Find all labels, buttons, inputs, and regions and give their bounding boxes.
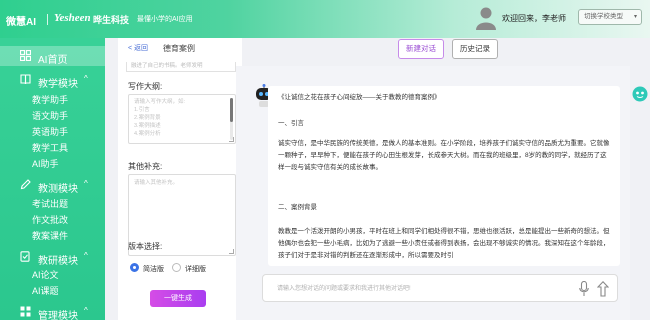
sidebar-section-label: 教测模块 (38, 184, 78, 195)
school-type-select[interactable]: 切换学校类型 ▾ (578, 9, 642, 25)
extra-placeholder: 请输入其他补充。 (134, 180, 179, 186)
version-label: 版本选择: (128, 242, 163, 251)
home-grid-icon (20, 50, 31, 61)
outline-placeholder-line: 2.案例背景 (134, 115, 161, 121)
outline-scrollbar-thumb[interactable] (230, 98, 233, 122)
outline-placeholder-line: 1.引言 (134, 107, 150, 113)
sidebar-item-ai-paper[interactable]: AI论文 (32, 268, 59, 281)
chevron-up-icon: ^ (84, 74, 88, 83)
extra-label: 其他补充: (128, 162, 163, 171)
previous-field-text[interactable]: 融进了自己的书稿。老师发明 (126, 62, 236, 72)
sidebar-item-ai-assistant[interactable]: AI助手 (32, 157, 59, 170)
message-heading: 一、引言 (278, 120, 304, 127)
sidebar-item-home[interactable]: AI首页 (0, 46, 105, 66)
form-panel: < 返回 融进了自己的书稿。老师发明 写作大纲: 请输入写作大纲，如: 1.引言… (118, 38, 242, 320)
microphone-icon[interactable] (579, 281, 589, 297)
floating-assistant-icon[interactable] (632, 86, 648, 102)
grid-icon (20, 306, 31, 317)
slogan: 最懂小学的AI应用 (137, 16, 193, 23)
message-heading: 二、案例背景 (278, 204, 317, 211)
sidebar-section-research[interactable]: 教研模块 ^ (0, 247, 105, 267)
send-icon[interactable] (597, 281, 609, 297)
assistant-message: 《让诚信之花在孩子心间绽放——关于教教的德育案例》 一、引言 诚实守信，是中华民… (268, 86, 620, 266)
sidebar-item-ai-topic[interactable]: AI课题 (32, 284, 59, 297)
welcome-text: 欢迎回来，李老师 (502, 14, 566, 23)
back-label: 返回 (134, 45, 149, 52)
brand-name[interactable]: 微慧AI (6, 13, 36, 28)
sidebar-item-exam-questions[interactable]: 考试出题 (32, 197, 68, 210)
outline-placeholder-line: 4.案例分析 (134, 131, 161, 137)
back-link[interactable]: < 返回 (128, 43, 148, 53)
version-radio-concise[interactable] (130, 263, 139, 272)
chat-input-bar (262, 274, 618, 302)
outline-placeholder-line: 请输入写作大纲，如: (134, 99, 186, 105)
doc-check-icon (20, 251, 30, 262)
new-chat-button[interactable]: 新建对话 (398, 39, 444, 59)
sidebar-item-teaching-assistant[interactable]: 教学助手 (32, 93, 68, 106)
history-button[interactable]: 历史记录 (452, 39, 498, 59)
chevron-down-icon: ▾ (633, 14, 637, 20)
sidebar-section-management[interactable]: 管理模块 ^ (0, 302, 105, 320)
pencil-icon (20, 179, 31, 190)
message-title: 《让诚信之花在孩子心间绽放——关于教教的德育案例》 (278, 94, 441, 101)
version-option-label: 详细版 (185, 266, 206, 273)
sidebar-section-label: 管理模块 (38, 311, 78, 320)
resize-handle-icon[interactable] (229, 249, 234, 254)
school-type-label: 切换学校类型 (584, 13, 623, 20)
sidebar: AI首页 教学模块 ^ 教学助手 语文助手 英语助手 教学工具 AI助手 教测模… (0, 38, 105, 320)
page-title: 德育案例 (163, 44, 195, 53)
company-logo: Yesheen (54, 12, 91, 24)
book-icon (20, 74, 31, 85)
sidebar-item-english-assistant[interactable]: 英语助手 (32, 125, 68, 138)
sidebar-item-teaching-tools[interactable]: 教学工具 (32, 141, 68, 154)
message-paragraph: 诚实守信，是中华民族的传统美德，是做人的基本准则。在小学阶段，培养孩子们诚实守信… (278, 140, 610, 171)
version-radio-detailed[interactable] (172, 263, 181, 272)
user-avatar-icon[interactable] (476, 6, 496, 30)
brand-divider (47, 14, 48, 25)
generate-button[interactable]: 一键生成 (150, 290, 206, 307)
outline-label: 写作大纲: (128, 82, 163, 91)
version-option-label: 简洁版 (143, 266, 164, 273)
top-header: 微慧AI Yesheen 晔生科技 最懂小学的AI应用 欢迎回来，李老师 切换学… (0, 0, 650, 38)
outline-textarea[interactable]: 请输入写作大纲，如: 1.引言 2.案例背景 3.案例描述 4.案例分析 (128, 94, 236, 144)
message-paragraph: 教教是一个活泼开朗的小男孩，平时在班上和同学们相处得很不错，思维也很活跃，总是能… (278, 228, 610, 259)
sidebar-home-label: AI首页 (38, 55, 68, 66)
sidebar-item-essay-grading[interactable]: 作文批改 (32, 213, 68, 226)
chat-input[interactable] (277, 283, 567, 295)
chevron-up-icon: ^ (84, 306, 88, 315)
chevron-up-icon: ^ (84, 251, 88, 260)
sidebar-section-label: 教学模块 (38, 79, 78, 90)
company-name: 晔生科技 (93, 15, 130, 25)
chevron-up-icon: ^ (84, 179, 88, 188)
sidebar-section-label: 教研模块 (38, 256, 78, 267)
sidebar-item-chinese-assistant[interactable]: 语文助手 (32, 109, 68, 122)
outline-placeholder-line: 3.案例描述 (134, 123, 161, 129)
resize-handle-icon[interactable] (229, 137, 234, 142)
sidebar-item-lesson-plans[interactable]: 教案课件 (32, 229, 68, 242)
sidebar-section-teaching[interactable]: 教学模块 ^ (0, 70, 105, 90)
sidebar-section-testing[interactable]: 教测模块 ^ (0, 175, 105, 195)
